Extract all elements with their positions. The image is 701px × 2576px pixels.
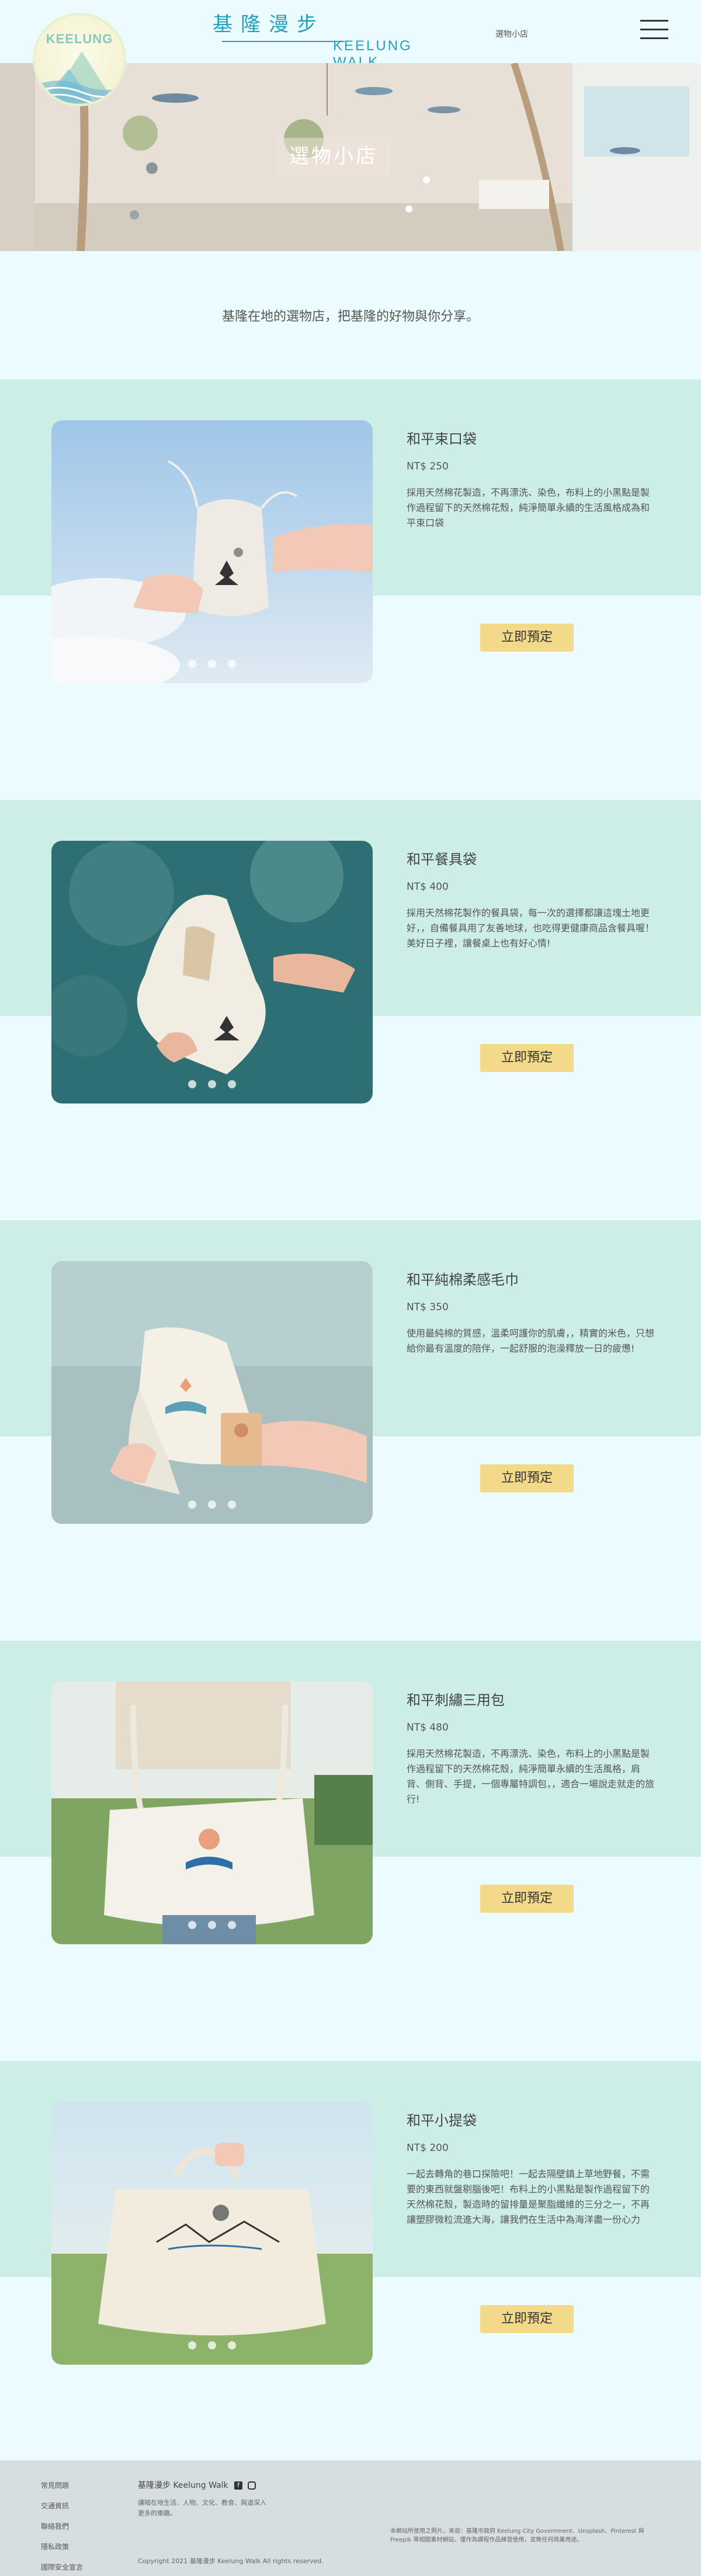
- product-section: 和平餐具袋 NT$ 400 採用天然棉花製作的餐具袋，每一次的選擇都讓這塊土地更…: [0, 800, 701, 1220]
- reserve-button[interactable]: 立即預定: [480, 1885, 574, 1913]
- product-description: 採用天然棉花製造，不再漂洗、染色，布料上的小黑點是製作過程留下的天然棉花殼，純淨…: [407, 1748, 655, 1805]
- product-name: 和平刺繡三用包: [407, 1692, 505, 1708]
- footer-link-privacy[interactable]: 隱私政策: [41, 2542, 83, 2551]
- hamburger-menu-icon[interactable]: [640, 20, 668, 41]
- product-info: 和平純棉柔感毛巾 NT$ 350 使用最純棉的質感，溫柔呵護你的肌膚，，精實的米…: [407, 1268, 658, 1356]
- product-photo: [51, 841, 373, 1103]
- reserve-button[interactable]: 立即預定: [480, 2305, 574, 2333]
- footer-legal-note: 本網站所使用之照片，來自：基隆市政府 Keelung City Governme…: [390, 2528, 644, 2543]
- footer-brand-text: 基隆漫步 Keelung Walk: [138, 2481, 228, 2490]
- product-photo: [51, 1682, 373, 1944]
- footer-link-transport[interactable]: 交通資訊: [41, 2501, 83, 2511]
- instagram-icon[interactable]: [247, 2481, 256, 2490]
- reserve-button[interactable]: 立即預定: [480, 1464, 574, 1492]
- footer-link-faq[interactable]: 常見問題: [41, 2480, 83, 2490]
- logo-text: KEELUNG: [46, 32, 113, 46]
- product-section: 和平刺繡三用包 NT$ 480 採用天然棉花製造，不再漂洗、染色，布料上的小黑點…: [0, 1641, 701, 2061]
- product-info: 和平束口袋 NT$ 250 採用天然棉花製造，不再漂洗、染色，布料上的小黑點是製…: [407, 427, 658, 531]
- footer-description: 讓暗在地生活、人物、文化、教食、與道深入更多的樂趣。: [138, 2499, 266, 2517]
- logo[interactable]: KEELUNG: [33, 13, 126, 106]
- product-photo: [51, 2102, 373, 2365]
- product-name: 和平純棉柔感毛巾: [407, 1272, 519, 1288]
- footer-link-contact[interactable]: 聯絡我們: [41, 2521, 83, 2531]
- product-section: 和平束口袋 NT$ 250 採用天然棉花製造，不再漂洗、染色，布料上的小黑點是製…: [0, 380, 701, 800]
- product-image-carousel[interactable]: [51, 420, 373, 683]
- product-price: NT$ 400: [407, 881, 449, 893]
- product-section: 和平小提袋 NT$ 200 一起去轉角的巷口探險吧！一起去隔壁鎮上草地野餐，不需…: [0, 2061, 701, 2481]
- product-price: NT$ 200: [407, 2142, 449, 2154]
- product-name: 和平束口袋: [407, 431, 477, 447]
- carousel-dots[interactable]: [51, 1500, 373, 1511]
- product-section: 和平純棉柔感毛巾 NT$ 350 使用最純棉的質感，溫柔呵護你的肌膚，，精實的米…: [0, 1220, 701, 1641]
- product-info: 和平餐具袋 NT$ 400 採用天然棉花製作的餐具袋，每一次的選擇都讓這塊土地更…: [407, 848, 658, 951]
- hero-label: 選物小店: [277, 138, 390, 175]
- product-image-carousel[interactable]: [51, 841, 373, 1103]
- brand-title-cn: 基隆漫步: [213, 13, 325, 36]
- product-info: 和平刺繡三用包 NT$ 480 採用天然棉花製造，不再漂洗、染色，布料上的小黑點…: [407, 1689, 658, 1807]
- footer-links: 常見問題 交通資訊 聯絡我們 隱私政策 國際安全宣言: [41, 2480, 83, 2576]
- product-photo: [51, 420, 373, 683]
- product-image-carousel[interactable]: [51, 2102, 373, 2365]
- product-price: NT$ 250: [407, 461, 449, 472]
- footer-copyright: Copyright 2021 基隆漫步 Keelung Walk All rig…: [138, 2557, 324, 2565]
- product-description: 使用最純棉的質感，溫柔呵護你的肌膚，，精實的米色，只想給你最有溫度的陪伴，一起舒…: [407, 1328, 655, 1354]
- intro-text: 基隆在地的選物店，把基隆的好物與你分享。: [221, 309, 479, 324]
- site-header: KEELUNG 基隆漫步 KEELUNG WALK 選物小店: [0, 0, 701, 106]
- product-description: 採用天然棉花製作的餐具袋，每一次的選擇都讓這塊土地更好，，自備餐具用了友善地球，…: [407, 907, 655, 949]
- site-footer: 常見問題 交通資訊 聯絡我們 隱私政策 國際安全宣言 基隆漫步 Keelung …: [0, 2460, 701, 2576]
- carousel-dots[interactable]: [51, 659, 373, 670]
- product-description: 一起去轉角的巷口探險吧！一起去隔壁鎮上草地野餐，不需要的東西就盤剔腦後吧！布料上…: [407, 2168, 650, 2225]
- product-description: 採用天然棉花製造，不再漂洗、染色，布料上的小黑點是製作過程留下的天然棉花殼，純淨…: [407, 487, 650, 528]
- reserve-button[interactable]: 立即預定: [480, 624, 574, 652]
- product-photo: [51, 1261, 373, 1524]
- carousel-dots[interactable]: [51, 2341, 373, 2352]
- facebook-icon[interactable]: f: [234, 2481, 243, 2490]
- product-price: NT$ 480: [407, 1722, 449, 1733]
- product-name: 和平餐具袋: [407, 851, 477, 868]
- brand-underline: [222, 41, 345, 42]
- product-image-carousel[interactable]: [51, 1261, 373, 1524]
- logo-mountain-icon: [35, 51, 124, 104]
- brand[interactable]: 基隆漫步 KEELUNG WALK: [210, 8, 444, 71]
- carousel-dots[interactable]: [51, 1080, 373, 1091]
- product-info: 和平小提袋 NT$ 200 一起去轉角的巷口探險吧！一起去隔壁鎮上草地野餐，不需…: [407, 2109, 658, 2227]
- product-image-carousel[interactable]: [51, 1682, 373, 1944]
- carousel-dots[interactable]: [51, 1920, 373, 1931]
- nav-link-shop[interactable]: 選物小店: [495, 28, 528, 40]
- footer-brand: 基隆漫步 Keelung Walk f: [138, 2479, 256, 2491]
- product-name: 和平小提袋: [407, 2112, 477, 2129]
- product-price: NT$ 350: [407, 1301, 449, 1313]
- reserve-button[interactable]: 立即預定: [480, 1044, 574, 1072]
- footer-link-security[interactable]: 國際安全宣言: [41, 2562, 83, 2572]
